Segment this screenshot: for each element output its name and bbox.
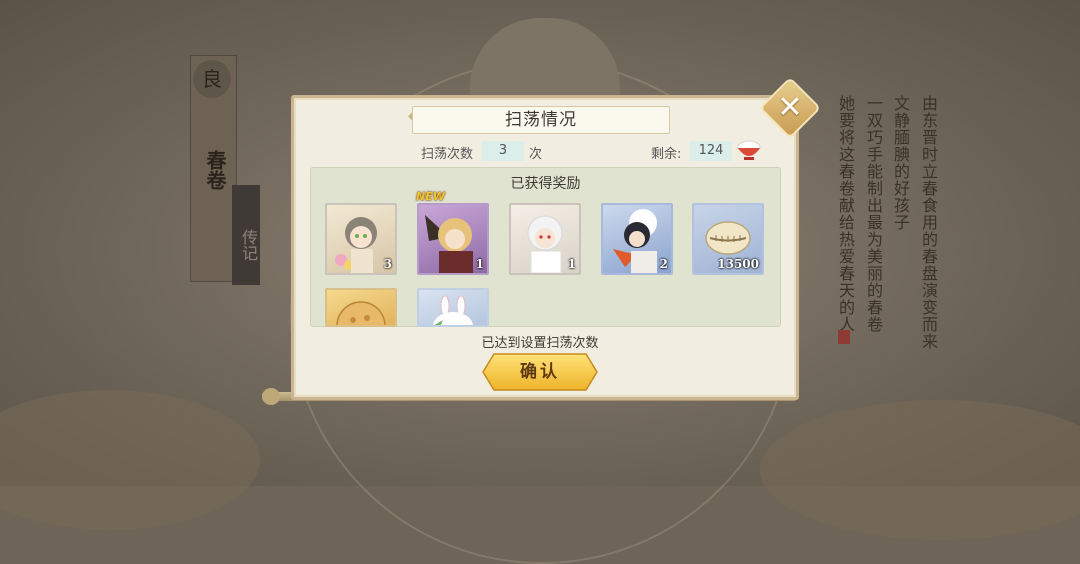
poem-column: 文静腼腆的好孩子 <box>891 95 910 231</box>
reward-count: 2 <box>659 257 668 271</box>
remaining-value: 124 <box>690 141 732 161</box>
reward-card[interactable]: 2 <box>601 203 673 275</box>
reward-card[interactable]: 1 <box>417 203 489 275</box>
sweep-status-text: 已达到设置扫荡次数 <box>481 336 599 351</box>
rewards-header: 已获得奖励 <box>510 176 581 192</box>
poem-column: 一双巧手能制出最为美丽的春卷 <box>864 95 883 333</box>
background-cloud <box>760 400 1080 540</box>
reward-card[interactable]: 3 <box>325 203 397 275</box>
white-bunny-bun-icon <box>433 295 473 325</box>
biography-tab[interactable]: 传记 <box>232 185 260 285</box>
poem-column: 由东晋时立春食用的春盘演变而来 <box>919 95 938 350</box>
reward-card[interactable] <box>417 288 489 327</box>
reward-card[interactable] <box>325 288 397 327</box>
banner-title: 春卷 <box>203 150 227 190</box>
new-badge: NEW <box>416 190 445 203</box>
rice-bowl-icon <box>737 140 761 160</box>
dialog-scroll-knob <box>262 388 280 405</box>
reward-count: 1 <box>567 257 576 271</box>
sweep-count-unit: 次 <box>529 147 543 162</box>
sweep-count-label: 扫荡次数 <box>421 147 474 162</box>
reward-count: 3 <box>383 257 392 271</box>
reward-card[interactable]: 1 <box>509 203 581 275</box>
close-icon[interactable]: ✕ <box>768 86 812 130</box>
banner-char: 良 <box>193 60 231 98</box>
reward-card[interactable]: 13500 <box>692 203 764 275</box>
dialog-title: 扫荡情况 <box>505 110 577 130</box>
golden-cookie-icon <box>336 301 386 325</box>
poem-column: 她要将这春卷献给热爱春天的人 <box>836 95 855 333</box>
reward-count: 13500 <box>717 257 759 271</box>
reward-count: 1 <box>475 257 484 271</box>
dialog-title-plate: 扫荡情况 <box>412 106 670 134</box>
confirm-button-label[interactable]: 确认 <box>482 353 598 391</box>
sweep-count-value: 3 <box>482 141 524 161</box>
remaining-label: 剩余: <box>651 147 682 162</box>
